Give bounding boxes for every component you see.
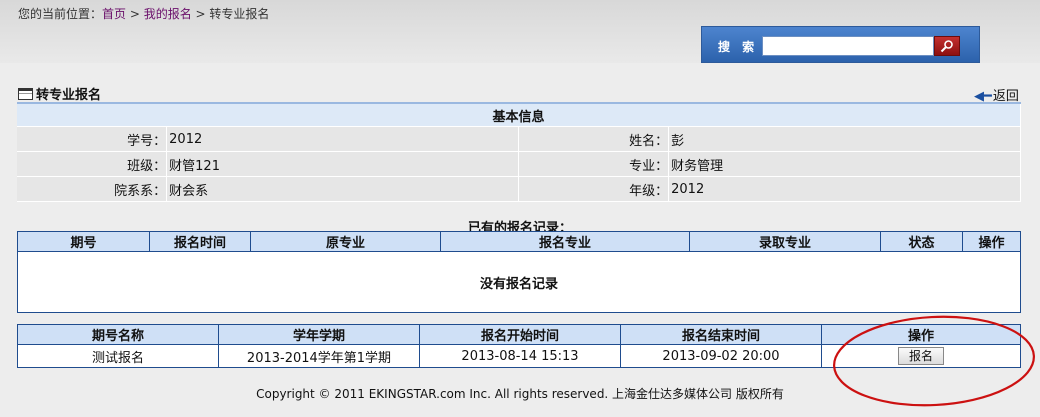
info-label: 专业： <box>518 151 670 177</box>
column-header: 录取专业 <box>689 231 881 252</box>
records-empty-text: 没有报名记录 <box>17 251 1021 313</box>
form-icon <box>18 88 33 100</box>
column-header: 操作 <box>962 231 1021 252</box>
column-header: 报名时间 <box>149 231 251 252</box>
period-end: 2013-09-02 20:00 <box>620 344 822 368</box>
period-action-cell: 报名 <box>821 344 1021 368</box>
info-label: 学号： <box>17 126 168 152</box>
info-label: 院系系： <box>17 176 168 202</box>
info-value: 财会系 <box>166 176 519 202</box>
search-bar: 搜 索 <box>701 26 980 63</box>
info-row: 院系系： 财会系 年级： 2012 <box>17 176 1021 202</box>
column-header: 期号 <box>17 231 150 252</box>
breadcrumb-prefix: 您的当前位置： <box>18 7 103 21</box>
info-value: 2012 <box>668 176 1021 202</box>
period-start: 2013-08-14 15:13 <box>419 344 621 368</box>
column-header: 报名专业 <box>440 231 690 252</box>
breadcrumb-my-apply-link[interactable]: 我的报名 <box>144 7 192 21</box>
column-header: 报名开始时间 <box>419 324 621 345</box>
breadcrumb-separator: > <box>191 7 210 21</box>
basic-info-header: 基本信息 <box>17 102 1021 127</box>
column-header: 操作 <box>821 324 1021 345</box>
period-term: 2013-2014学年第1学期 <box>218 344 420 368</box>
search-button[interactable] <box>934 36 960 56</box>
section-title-text: 转专业报名 <box>36 88 102 103</box>
info-row: 班级： 财管121 专业： 财务管理 <box>17 151 1021 177</box>
table-row: 测试报名 2013-2014学年第1学期 2013-08-14 15:13 20… <box>17 344 1021 368</box>
breadcrumb-home-link[interactable]: 首页 <box>102 7 126 21</box>
top-bar: 您的当前位置：首页 > 我的报名 > 转专业报名 搜 索 <box>0 0 1040 63</box>
section-title: 转专业报名 <box>18 84 101 103</box>
info-value: 彭 <box>668 126 1021 152</box>
search-icon <box>940 40 953 53</box>
footer-copyright: Copyright © 2011 EKINGSTAR.com Inc. All … <box>256 387 784 401</box>
info-value: 财管121 <box>166 151 519 177</box>
column-header: 学年学期 <box>218 324 420 345</box>
column-header: 状态 <box>880 231 963 252</box>
search-input[interactable] <box>762 36 934 56</box>
basic-info-table: 基本信息 学号： 2012 姓名： 彭 班级： 财管121 专业： 财务管理 院… <box>17 102 1021 202</box>
breadcrumb-current: 转专业报名 <box>209 7 270 21</box>
info-value: 2012 <box>166 126 519 152</box>
search-label: 搜 索 <box>718 40 759 54</box>
info-label: 班级： <box>17 151 168 177</box>
periods-table: 期号名称 学年学期 报名开始时间 报名结束时间 操作 测试报名 2013-201… <box>17 324 1021 368</box>
breadcrumb: 您的当前位置：首页 > 我的报名 > 转专业报名 <box>18 5 269 22</box>
breadcrumb-separator: > <box>126 7 144 21</box>
apply-button[interactable]: 报名 <box>898 347 944 365</box>
info-value: 财务管理 <box>668 151 1021 177</box>
info-label: 姓名： <box>518 126 670 152</box>
info-label: 年级： <box>518 176 670 202</box>
column-header: 原专业 <box>250 231 441 252</box>
period-name: 测试报名 <box>17 344 219 368</box>
records-table: 期号 报名时间 原专业 报名专业 录取专业 状态 操作 没有报名记录 <box>17 231 1021 313</box>
info-row: 学号： 2012 姓名： 彭 <box>17 126 1021 152</box>
column-header: 报名结束时间 <box>620 324 822 345</box>
column-header: 期号名称 <box>17 324 219 345</box>
